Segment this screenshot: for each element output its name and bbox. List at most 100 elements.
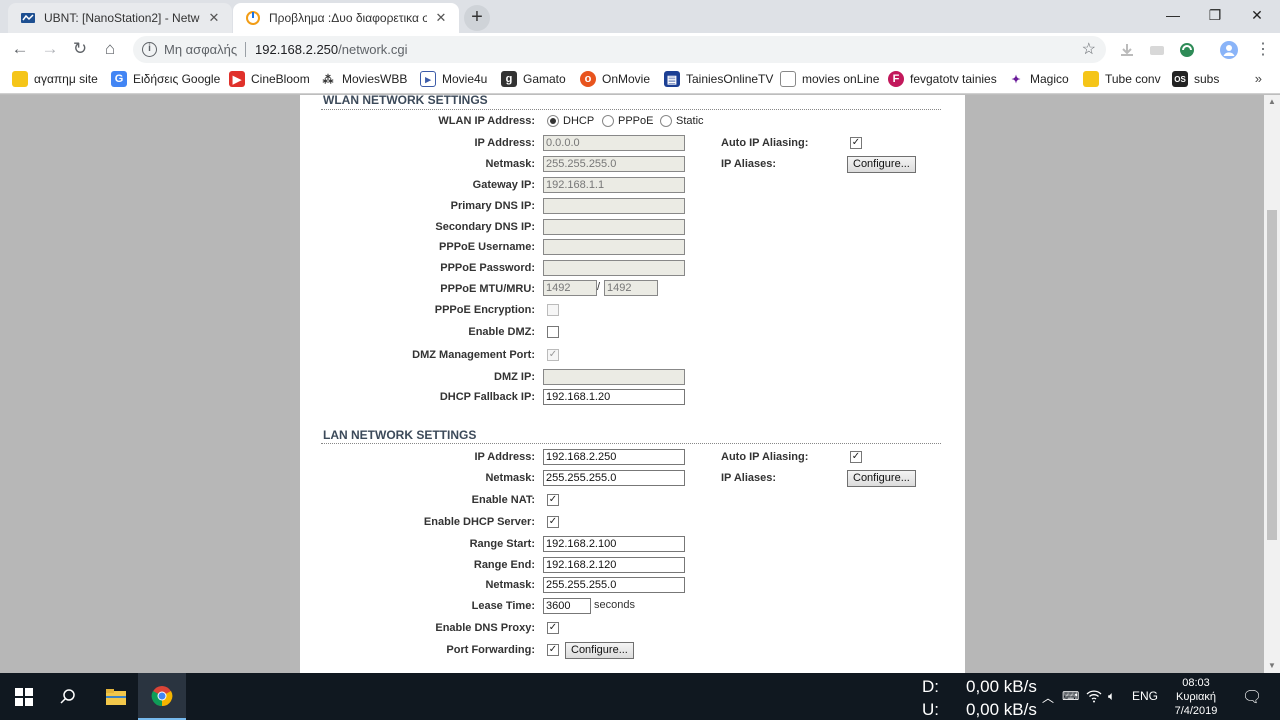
bookmarks-more-button[interactable]: » xyxy=(1255,71,1262,86)
scroll-up-icon[interactable]: ▲ xyxy=(1264,95,1280,109)
port-forwarding-checkbox[interactable]: ✓ xyxy=(547,644,559,656)
wlan-aliases-configure-button[interactable]: Configure... xyxy=(847,156,916,173)
tab-title: UBNT: [NanoStation2] - Network xyxy=(44,11,200,25)
input-method-icon[interactable]: ⌨ xyxy=(1062,689,1079,703)
wlan-primary-dns-field[interactable] xyxy=(543,198,685,214)
language-indicator[interactable]: ENG xyxy=(1132,689,1158,703)
wlan-secondary-dns-field[interactable] xyxy=(543,219,685,235)
recycle-extension-icon[interactable] xyxy=(1178,41,1196,59)
page-icon xyxy=(780,71,796,87)
scroll-down-icon[interactable]: ▼ xyxy=(1264,659,1280,673)
pppoe-password-field[interactable] xyxy=(543,260,685,276)
tab-close-icon[interactable]: ✕ xyxy=(206,10,222,26)
bookmark-item[interactable]: g Gamato xyxy=(501,71,566,87)
pppoe-mtu-field[interactable]: 1492 xyxy=(543,280,597,296)
bookmark-item[interactable]: αγαπημ site xyxy=(12,71,98,87)
bookmark-item[interactable]: ✦ Magico xyxy=(1008,71,1068,87)
bookmark-item[interactable]: Tube conv xyxy=(1083,71,1161,87)
radio-dhcp[interactable]: DHCP xyxy=(547,115,594,127)
range-start-label: Range Start: xyxy=(469,538,535,550)
pppoe-encryption-checkbox[interactable] xyxy=(547,304,559,316)
pppoe-mru-field[interactable]: 1492 xyxy=(604,280,658,296)
lease-time-label: Lease Time: xyxy=(471,600,535,612)
dmz-ip-field[interactable] xyxy=(543,369,685,385)
chrome-taskbar-button[interactable] xyxy=(138,673,186,720)
tab-forum-problem[interactable]: Προβλημα :Δυο διαφορετικα σε ✕ xyxy=(233,3,459,33)
profile-avatar-icon[interactable] xyxy=(1220,41,1238,59)
lease-time-field[interactable]: 3600 xyxy=(543,598,591,614)
wlan-ip-field[interactable]: 0.0.0.0 xyxy=(543,135,685,151)
bookmark-item[interactable]: movies onLine xyxy=(780,71,879,87)
wlan-ip-label: IP Address: xyxy=(474,137,535,149)
net-up-label: U: xyxy=(922,700,939,719)
bookmark-item[interactable]: G Ειδήσεις Google xyxy=(111,71,220,87)
download-icon[interactable] xyxy=(1118,41,1136,59)
info-icon[interactable]: i xyxy=(142,42,157,57)
radio-dot xyxy=(547,115,559,127)
bookmark-item[interactable]: ▶ CineBloom xyxy=(229,71,310,87)
bookmark-item[interactable]: ▤ TainiesOnlineTV xyxy=(664,71,773,87)
enable-dhcp-server-checkbox[interactable]: ✓ xyxy=(547,516,559,528)
lan-netmask-field[interactable]: 255.255.255.0 xyxy=(543,470,685,486)
range-start-field[interactable]: 192.168.2.100 xyxy=(543,536,685,552)
maximize-button[interactable]: ❐ xyxy=(1192,0,1238,30)
wlan-auto-alias-checkbox[interactable]: ✓ xyxy=(850,137,862,149)
dhcp-fallback-field[interactable]: 192.168.1.20 xyxy=(543,389,685,405)
dhcp-netmask-field[interactable]: 255.255.255.0 xyxy=(543,577,685,593)
scroll-thumb[interactable] xyxy=(1267,210,1277,540)
close-window-button[interactable]: ✕ xyxy=(1234,0,1280,30)
search-button[interactable] xyxy=(44,673,92,720)
port-forwarding-label: Port Forwarding: xyxy=(446,644,535,656)
movieswbb-icon: ⁂ xyxy=(322,73,334,86)
enable-dmz-checkbox[interactable] xyxy=(547,326,559,338)
extension-icon[interactable] xyxy=(1148,41,1166,59)
pppoe-username-label: PPPoE Username: xyxy=(439,241,535,253)
lan-auto-alias-checkbox[interactable]: ✓ xyxy=(850,451,862,463)
lan-aliases-configure-button[interactable]: Configure... xyxy=(847,470,916,487)
radio-static[interactable]: Static xyxy=(660,115,704,127)
bookmark-item[interactable]: ⁂ MoviesWBB xyxy=(320,71,408,87)
volume-icon[interactable]: 🔈︎ xyxy=(1108,689,1115,704)
wlan-netmask-field[interactable]: 255.255.255.0 xyxy=(543,156,685,172)
dmz-mgmt-port-checkbox[interactable]: ✓ xyxy=(547,349,559,361)
port-forwarding-configure-button[interactable]: Configure... xyxy=(565,642,634,659)
range-end-field[interactable]: 192.168.2.120 xyxy=(543,557,685,573)
minimize-button[interactable]: — xyxy=(1150,0,1196,30)
new-tab-button[interactable]: + xyxy=(464,5,490,31)
network-settings-panel: WLAN NETWORK SETTINGS WLAN IP Address: D… xyxy=(300,95,965,673)
browser-menu-icon[interactable]: ⋮ xyxy=(1254,41,1272,59)
enable-dhcp-server-label: Enable DHCP Server: xyxy=(423,516,535,528)
reload-button[interactable]: ↻ xyxy=(68,38,92,60)
radio-pppoe[interactable]: PPPoE xyxy=(602,115,653,127)
notifications-icon[interactable]: 🗨︎ xyxy=(1242,687,1262,707)
system-clock[interactable]: 08:03 Κυριακή 7/4/2019 xyxy=(1168,676,1224,718)
lan-netmask-label: Netmask: xyxy=(485,472,535,484)
start-button[interactable] xyxy=(0,673,48,720)
tray-expand-icon[interactable]: ︿ xyxy=(1042,689,1054,706)
lan-ip-field[interactable]: 192.168.2.250 xyxy=(543,449,685,465)
enable-nat-checkbox[interactable]: ✓ xyxy=(547,494,559,506)
bookmark-item[interactable]: OS subs xyxy=(1172,71,1219,87)
bookmark-star-icon[interactable]: ☆ xyxy=(1082,36,1096,63)
dmz-mgmt-port-label: DMZ Management Port: xyxy=(412,349,535,361)
tab-ubnt-network[interactable]: UBNT: [NanoStation2] - Network ✕ xyxy=(8,3,232,33)
bookmark-item[interactable]: ▸ Movie4u xyxy=(420,71,487,87)
url-text[interactable]: 192.168.2.250/network.cgi xyxy=(255,36,408,63)
pppoe-username-field[interactable] xyxy=(543,239,685,255)
page-scrollbar[interactable]: ▲ ▼ xyxy=(1264,95,1280,673)
bookmark-item[interactable]: Ffevgatotv tainies xyxy=(888,71,997,87)
enable-dmz-label: Enable DMZ: xyxy=(468,326,535,338)
chrome-icon xyxy=(151,685,173,706)
file-explorer-button[interactable] xyxy=(92,673,140,720)
wifi-icon[interactable] xyxy=(1086,689,1102,706)
address-bar[interactable]: i Μη ασφαλής 192.168.2.250/network.cgi ☆ xyxy=(133,36,1106,63)
enable-dns-proxy-checkbox[interactable]: ✓ xyxy=(547,622,559,634)
magico-icon: ✦ xyxy=(1011,73,1021,86)
bookmark-item[interactable]: o OnMovie xyxy=(580,71,650,87)
tab-close-icon[interactable]: ✕ xyxy=(433,10,449,26)
forward-button[interactable]: → xyxy=(38,38,62,60)
home-button[interactable]: ⌂ xyxy=(98,38,122,60)
enable-nat-label: Enable NAT: xyxy=(471,494,535,506)
wlan-gateway-field[interactable]: 192.168.1.1 xyxy=(543,177,685,193)
back-button[interactable]: ← xyxy=(8,38,32,60)
